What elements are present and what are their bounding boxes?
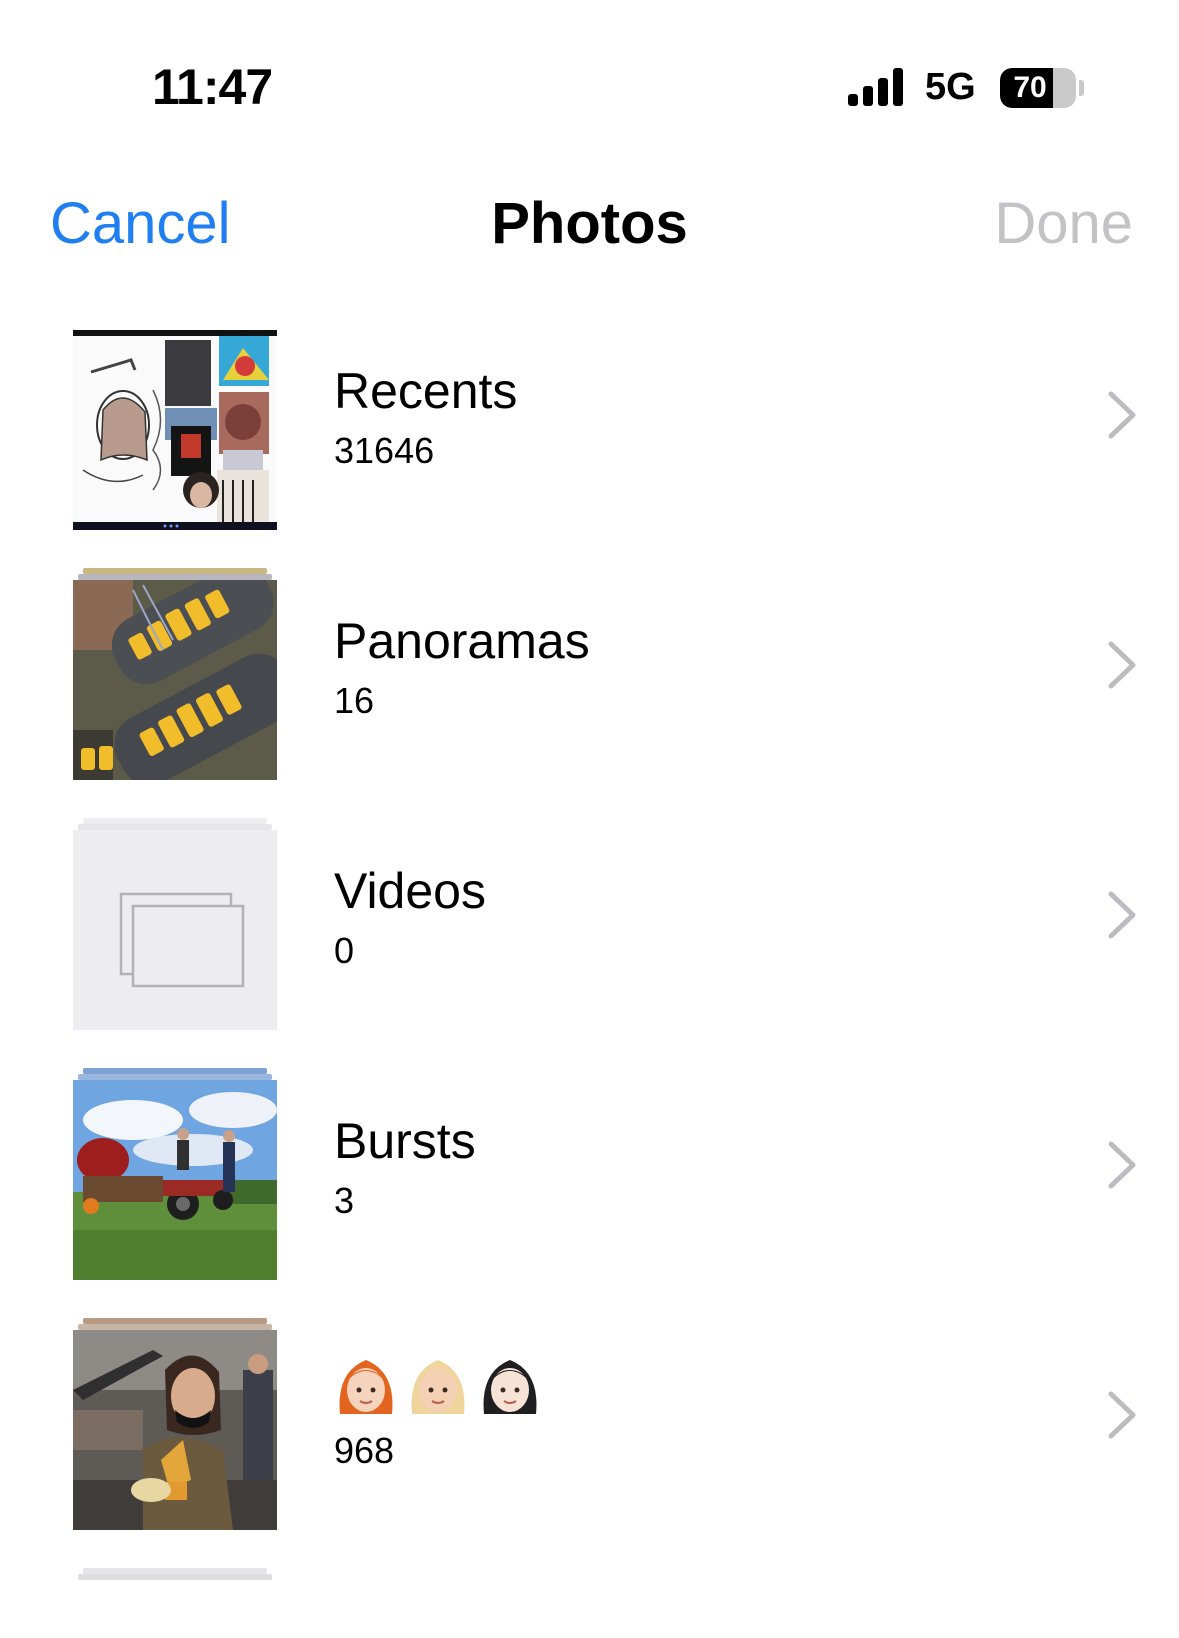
album-thumbnail (73, 318, 277, 530)
album-count: 3 (334, 1180, 355, 1221)
status-bar: 11:47 5G 70 (0, 0, 1179, 140)
collage-thumbnail (73, 330, 277, 530)
cellular-signal-icon (848, 68, 908, 106)
album-name: Bursts (334, 1113, 476, 1169)
album-count: 0 (334, 930, 355, 971)
album-name (334, 1354, 542, 1420)
empty-album-placeholder (73, 830, 277, 1030)
chevron-right-icon (1108, 1141, 1136, 1189)
battery-icon: 70 (1000, 68, 1076, 108)
chevron-right-icon (1108, 391, 1136, 439)
chevron-right-icon (1108, 891, 1136, 939)
album-row-emoji-album[interactable]: 968 (0, 1300, 1179, 1550)
network-type: 5G (925, 66, 976, 108)
album-row-next[interactable] (0, 1550, 1179, 1620)
album-thumbnail (73, 818, 277, 1030)
dark-haired-woman-emoji-icon (483, 1360, 537, 1414)
shoes-thumbnail (73, 580, 277, 780)
album-count: 16 (334, 680, 375, 721)
album-thumbnail (73, 1068, 277, 1280)
album-count: 968 (334, 1430, 395, 1471)
album-row-panoramas[interactable]: Panoramas 16 (0, 550, 1179, 800)
battery-tip (1079, 80, 1084, 96)
blond-woman-emoji-icon (411, 1360, 465, 1414)
album-name: Videos (334, 863, 486, 919)
done-button[interactable]: Done (994, 190, 1133, 257)
status-time: 11:47 (152, 59, 273, 115)
album-row-videos[interactable]: Videos 0 (0, 800, 1179, 1050)
album-thumbnail (73, 1568, 277, 1638)
album-row-bursts[interactable]: Bursts 3 (0, 1050, 1179, 1300)
photo-stack-icon (119, 892, 245, 988)
person-with-cone-thumbnail (73, 1330, 277, 1530)
red-haired-woman-emoji-icon (339, 1360, 393, 1414)
album-name: Panoramas (334, 613, 590, 669)
chevron-right-icon (1108, 641, 1136, 689)
battery-percent: 70 (1013, 71, 1047, 104)
navigation-bar: Cancel Photos Done (0, 180, 1179, 270)
stack-edge (78, 1574, 272, 1580)
album-count: 31646 (334, 430, 435, 471)
album-name: Recents (334, 363, 518, 419)
chevron-right-icon (1108, 1391, 1136, 1439)
tractor-field-thumbnail (73, 1080, 277, 1280)
album-row-recents[interactable]: Recents 31646 (0, 300, 1179, 550)
album-thumbnail (73, 568, 277, 780)
album-thumbnail (73, 1318, 277, 1530)
